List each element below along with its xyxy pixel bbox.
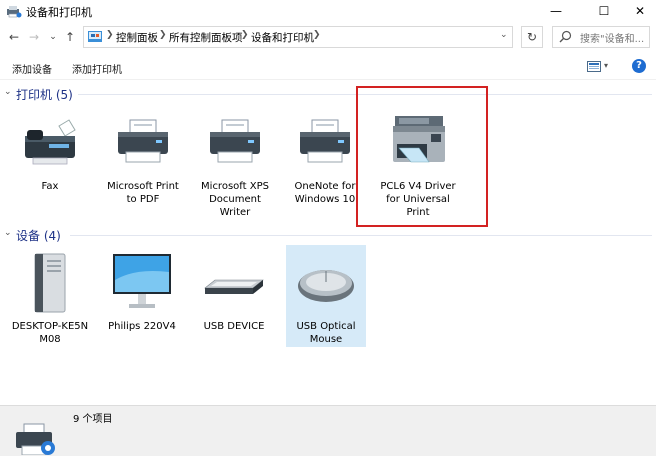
recent-locations-chevron-icon[interactable]: ⌄ bbox=[46, 30, 60, 44]
inkjet-printer-icon bbox=[393, 116, 445, 163]
breadcrumb-control-panel[interactable]: 控制面板 bbox=[116, 30, 158, 45]
printer-icon bbox=[210, 119, 260, 163]
device-item-usb-mouse[interactable]: USB Optical Mouse bbox=[285, 252, 367, 347]
printer-item-xps-writer[interactable]: Microsoft XPS Document Writer bbox=[194, 112, 276, 218]
printer-item-fax[interactable]: Fax bbox=[9, 112, 91, 207]
breadcrumb-separator: ❯ bbox=[241, 30, 249, 40]
refresh-button[interactable]: ↻ bbox=[521, 26, 543, 48]
maximize-button[interactable]: ☐ bbox=[584, 0, 624, 22]
item-label: DESKTOP-KE5N M08 bbox=[11, 321, 89, 345]
printer-icon bbox=[300, 119, 350, 163]
breadcrumb-separator: ❯ bbox=[106, 30, 114, 40]
fax-icon bbox=[25, 119, 76, 165]
back-arrow-icon[interactable]: ← bbox=[7, 30, 21, 44]
breadcrumb-all-items[interactable]: 所有控制面板项 bbox=[169, 30, 243, 45]
forward-arrow-icon[interactable]: → bbox=[27, 30, 41, 44]
monitor-icon bbox=[113, 254, 171, 308]
keyboard-icon bbox=[204, 279, 264, 294]
item-count: 9 个项目 bbox=[73, 414, 113, 425]
search-icon bbox=[559, 30, 572, 43]
device-item-desktop[interactable]: DESKTOP-KE5N M08 bbox=[9, 252, 91, 347]
device-item-monitor[interactable]: Philips 220V4 bbox=[101, 252, 183, 347]
mouse-icon bbox=[298, 270, 354, 302]
item-label: Microsoft Print to PDF bbox=[107, 181, 179, 205]
devices-group-header[interactable]: 设备 (4) bbox=[16, 227, 61, 244]
devices-printers-app-icon bbox=[16, 423, 55, 455]
breadcrumb-separator: ❯ bbox=[159, 30, 167, 40]
add-printer-button[interactable]: 添加打印机 bbox=[72, 61, 122, 76]
printer-item-onenote[interactable]: OneNote for Windows 10 bbox=[284, 112, 366, 207]
view-options-chevron-icon[interactable]: ▾ bbox=[604, 61, 608, 70]
printers-group-header[interactable]: 打印机 (5) bbox=[16, 86, 73, 103]
add-device-button[interactable]: 添加设备 bbox=[12, 61, 52, 76]
search-placeholder: 搜索"设备和... bbox=[580, 34, 645, 45]
printer-icon bbox=[118, 119, 168, 163]
change-view-icon[interactable] bbox=[587, 61, 601, 72]
breadcrumb-devices-printers[interactable]: 设备和打印机 bbox=[251, 30, 314, 45]
close-button[interactable]: ✕ bbox=[620, 0, 656, 22]
devices-printers-app-icon bbox=[7, 6, 22, 18]
computer-tower-icon bbox=[34, 253, 66, 313]
window-title: 设备和打印机 bbox=[26, 6, 92, 19]
item-label: Philips 220V4 bbox=[108, 321, 176, 332]
item-label: USB DEVICE bbox=[203, 321, 265, 332]
item-label: PCL6 V4 Driver for Universal Print bbox=[380, 181, 456, 218]
minimize-button[interactable]: — bbox=[536, 0, 576, 22]
group-divider bbox=[70, 235, 652, 236]
item-label: Microsoft XPS Document Writer bbox=[201, 181, 269, 218]
item-label: OneNote for Windows 10 bbox=[294, 181, 356, 205]
address-dropdown-chevron-icon[interactable]: ⌄ bbox=[500, 30, 508, 40]
control-panel-icon bbox=[88, 31, 102, 42]
printer-item-print-to-pdf[interactable]: Microsoft Print to PDF bbox=[102, 112, 184, 207]
item-label: USB Optical Mouse bbox=[296, 321, 356, 345]
printer-item-pcl6-universal[interactable]: PCL6 V4 Driver for Universal Print bbox=[377, 112, 459, 220]
up-arrow-icon[interactable]: ↑ bbox=[63, 30, 77, 44]
collapse-chevron-icon[interactable]: ⌄ bbox=[4, 228, 12, 238]
breadcrumb-separator: ❯ bbox=[313, 30, 321, 40]
collapse-chevron-icon[interactable]: ⌄ bbox=[4, 87, 12, 97]
help-icon[interactable]: ? bbox=[632, 59, 646, 73]
item-label: Fax bbox=[41, 181, 59, 192]
device-item-usb-keyboard[interactable]: USB DEVICE bbox=[193, 252, 275, 347]
